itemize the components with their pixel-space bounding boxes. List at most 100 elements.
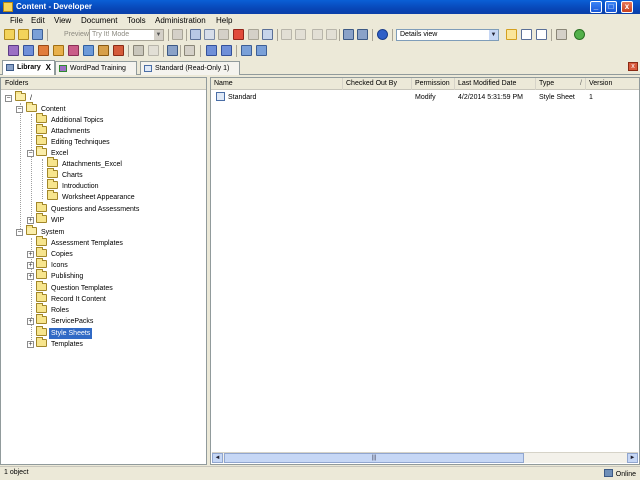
- mode-dropdown-icon[interactable]: ▼: [154, 30, 163, 40]
- mode-select[interactable]: Try It! Mode ▼: [89, 29, 164, 41]
- properties-icon[interactable]: [172, 29, 183, 40]
- tab-close-icon[interactable]: X: [46, 62, 51, 74]
- tree-label: System: [41, 229, 65, 236]
- collapse-icon[interactable]: −: [27, 150, 34, 157]
- columns-layout-icon[interactable]: [536, 29, 547, 40]
- collapse-icon[interactable]: −: [16, 106, 23, 113]
- menu-view[interactable]: View: [54, 16, 71, 25]
- delete-icon[interactable]: [233, 29, 244, 40]
- cell-name: Standard: [216, 92, 256, 103]
- find-references-icon[interactable]: [262, 29, 273, 40]
- new-role-icon[interactable]: [113, 45, 124, 56]
- cut-icon[interactable]: [190, 29, 201, 40]
- new-web-page-icon[interactable]: [53, 45, 64, 56]
- remove-frame-icon[interactable]: [326, 29, 337, 40]
- copy-icon[interactable]: [204, 29, 215, 40]
- cell-type: Style Sheet: [539, 94, 575, 101]
- record-icon[interactable]: [133, 45, 144, 56]
- tree-item-record-it-content[interactable]: Record It Content: [36, 292, 108, 305]
- view-dropdown-icon[interactable]: ▼: [489, 30, 498, 40]
- new-section-icon[interactable]: [23, 45, 34, 56]
- new-module-icon[interactable]: [8, 45, 19, 56]
- minimize-button[interactable]: _: [590, 1, 602, 13]
- column-checked-out-by[interactable]: Checked Out By: [343, 78, 412, 90]
- scroll-right-icon[interactable]: ►: [627, 453, 638, 463]
- scroll-thumb[interactable]: |||: [224, 453, 524, 463]
- maximize-button[interactable]: □: [605, 1, 617, 13]
- add-frame-icon[interactable]: [312, 29, 323, 40]
- tree-label: Question Templates: [51, 285, 113, 292]
- horizontal-scrollbar[interactable]: ◄ ||| ►: [212, 452, 638, 463]
- tab-library[interactable]: Library X: [2, 60, 55, 75]
- expand-icon[interactable]: +: [27, 341, 34, 348]
- tree-item-assessment-templates[interactable]: Assessment Templates: [36, 236, 125, 249]
- tree-item-editing-techniques[interactable]: Editing Techniques: [36, 135, 112, 148]
- expand-icon[interactable]: +: [27, 318, 34, 325]
- import-icon[interactable]: [221, 45, 232, 56]
- column-version[interactable]: Version: [586, 78, 639, 90]
- tree-item-question-templates[interactable]: Question Templates: [36, 281, 115, 294]
- tab-wordpad-training[interactable]: WordPad Training: [55, 61, 137, 75]
- column-name[interactable]: Name: [211, 78, 343, 90]
- save-icon[interactable]: [32, 29, 43, 40]
- close-document-icon[interactable]: x: [628, 62, 638, 71]
- find-icon[interactable]: [343, 29, 354, 40]
- tree-item-introduction[interactable]: Introduction: [47, 179, 101, 192]
- tab-standard[interactable]: Standard (Read-Only 1): [140, 61, 240, 75]
- refresh-icon[interactable]: [574, 29, 585, 40]
- tree-item-questions-assessments[interactable]: Questions and Assessments: [36, 202, 141, 215]
- undo-icon[interactable]: [281, 29, 292, 40]
- publish-icon[interactable]: [206, 45, 217, 56]
- list-item[interactable]: Standard Modify 4/2/2014 5:31:59 PM Styl…: [211, 92, 639, 103]
- menu-document[interactable]: Document: [81, 16, 117, 25]
- rename-icon[interactable]: [248, 29, 259, 40]
- folder-icon: [36, 247, 47, 257]
- new-folder-icon[interactable]: [4, 29, 15, 40]
- column-permission[interactable]: Permission: [412, 78, 455, 90]
- folder-icon: [36, 281, 47, 291]
- new-topic-icon[interactable]: [38, 45, 49, 56]
- collapse-icon[interactable]: −: [16, 229, 23, 236]
- menu-edit[interactable]: Edit: [31, 16, 45, 25]
- split-layout-icon[interactable]: [521, 29, 532, 40]
- new-assessment-icon[interactable]: [83, 45, 94, 56]
- view-select[interactable]: Details view ▼: [396, 29, 499, 41]
- expand-icon[interactable]: +: [27, 262, 34, 269]
- collapse-icon[interactable]: −: [5, 95, 12, 102]
- help-icon[interactable]: [377, 29, 388, 40]
- open-folder-icon[interactable]: [18, 29, 29, 40]
- outline-icon[interactable]: [167, 45, 178, 56]
- expand-icon[interactable]: +: [27, 273, 34, 280]
- tree-item-worksheet-appearance[interactable]: Worksheet Appearance: [47, 190, 137, 203]
- scroll-left-icon[interactable]: ◄: [212, 453, 223, 463]
- new-question-icon[interactable]: [68, 45, 79, 56]
- document-list[interactable]: Name Checked Out By Permission Last Modi…: [210, 77, 640, 465]
- folder-icon: [36, 337, 47, 347]
- folders-pane[interactable]: Folders − / − Content Additional Topics …: [0, 77, 207, 465]
- menu-help[interactable]: Help: [216, 16, 232, 25]
- menu-administration[interactable]: Administration: [155, 16, 206, 25]
- new-glossary-icon[interactable]: [98, 45, 109, 56]
- menu-tools[interactable]: Tools: [127, 16, 146, 25]
- expand-icon[interactable]: +: [27, 251, 34, 258]
- tree-item-additional-topics[interactable]: Additional Topics: [36, 113, 105, 126]
- menu-file[interactable]: File: [10, 16, 23, 25]
- window-icon[interactable]: [556, 29, 567, 40]
- spell-check-icon[interactable]: [357, 29, 368, 40]
- tree-label: Record It Content: [51, 296, 106, 303]
- details-layout-icon[interactable]: [506, 29, 517, 40]
- close-button[interactable]: x: [621, 1, 633, 13]
- tree-item-attachments-excel[interactable]: Attachments_Excel: [47, 157, 124, 170]
- expand-icon[interactable]: +: [27, 217, 34, 224]
- link-icon[interactable]: [148, 45, 159, 56]
- preview-button[interactable]: Preview: [51, 29, 89, 41]
- paste-icon[interactable]: [218, 29, 229, 40]
- tree-item-attachments[interactable]: Attachments: [36, 124, 92, 137]
- column-type[interactable]: Type /: [536, 78, 586, 90]
- check-out-icon[interactable]: [256, 45, 267, 56]
- column-last-modified[interactable]: Last Modified Date: [455, 78, 536, 90]
- check-in-icon[interactable]: [241, 45, 252, 56]
- edit-icon[interactable]: [184, 45, 195, 56]
- tree-item-style-sheets[interactable]: Style Sheets: [36, 326, 93, 339]
- redo-icon[interactable]: [295, 29, 306, 40]
